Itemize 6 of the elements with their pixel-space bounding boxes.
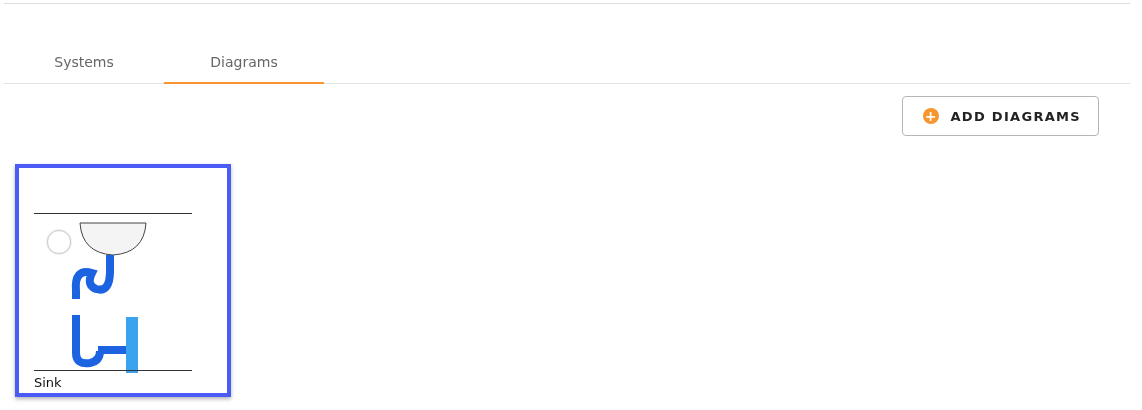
add-diagrams-button[interactable]: + ADD DIAGRAMS — [901, 96, 1099, 136]
tab[interactable]: Systems — [4, 38, 164, 84]
diagram-name: Sink — [34, 375, 63, 390]
diagram-card[interactable]: Sink — [15, 164, 231, 397]
plus-icon: + — [922, 108, 939, 124]
tab[interactable]: Diagrams — [164, 38, 324, 84]
